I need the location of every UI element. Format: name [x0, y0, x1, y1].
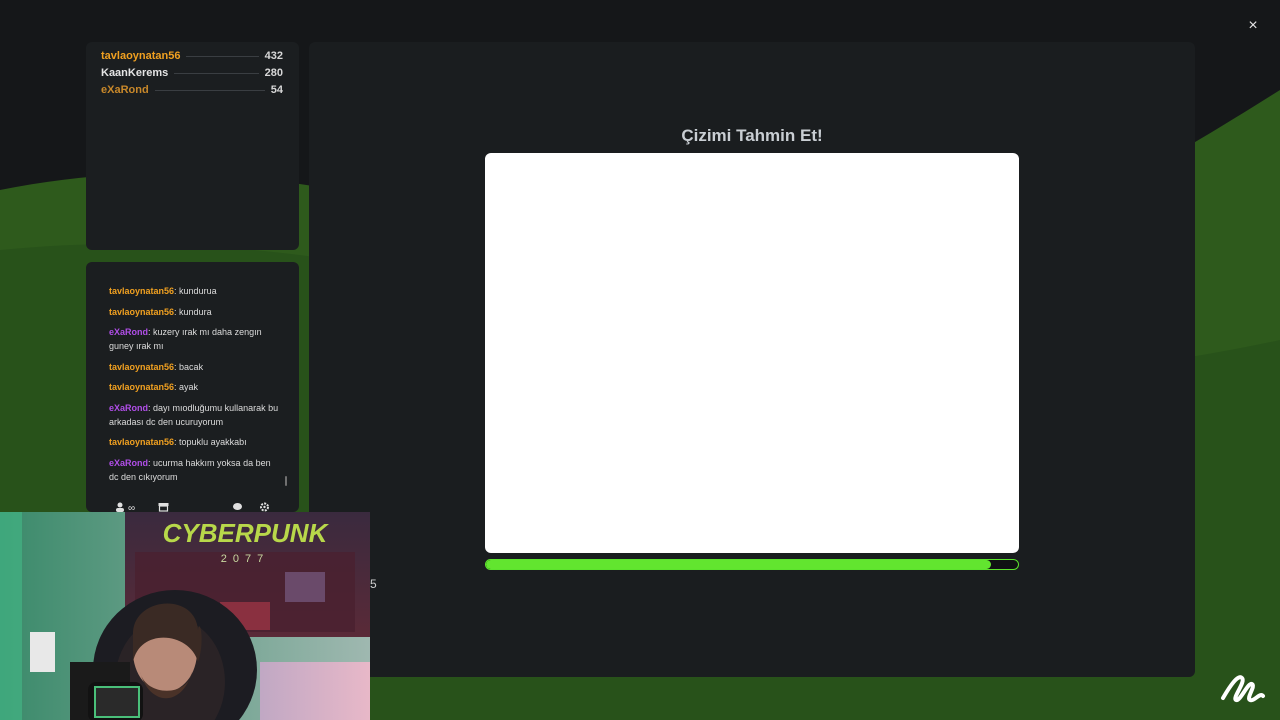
poster-title: CYBERPUNK	[163, 518, 330, 548]
player-score: 54	[270, 84, 283, 96]
chat-message: tavlaoynatan56: kundurua	[109, 284, 279, 298]
player-row: eXaRond 54	[101, 82, 283, 98]
gear-icon[interactable]	[259, 502, 270, 512]
chat-message: tavlaoynatan56: bacak	[109, 360, 279, 374]
chat-username: eXaRond	[109, 403, 149, 413]
chat-text: topuklu ayakkabı	[176, 437, 247, 447]
chat-message: eXaRond: kuzery ırak mı daha zengın gune…	[109, 325, 279, 353]
webcam-video: CYBERPUNK 2077	[0, 512, 370, 720]
divider	[154, 89, 265, 91]
chat-text: kundurua	[176, 286, 217, 296]
chat-username: tavlaoynatan56	[109, 362, 175, 372]
chat-toolbar: ∞	[86, 502, 299, 512]
chat-message: eXaRond: ucurma hakkım yoksa da ben dc d…	[109, 456, 279, 484]
game-stage: Çizimi Tahmin Et!	[309, 42, 1195, 677]
divider	[186, 55, 259, 57]
chat-username: eXaRond	[109, 327, 149, 337]
chat-text: bacak	[176, 362, 204, 372]
scoreboard-panel: tavlaoynatan56 432 KaanKerems 280 eXaRon…	[86, 42, 299, 250]
player-score: 432	[264, 50, 283, 62]
scribble-logo-icon[interactable]	[1220, 668, 1266, 708]
player-name: KaanKerems	[101, 67, 169, 79]
timer-progress-fill	[486, 560, 992, 569]
chat-message: tavlaoynatan56: topuklu ayakkabı	[109, 435, 279, 449]
chat-username: tavlaoynatan56	[109, 286, 175, 296]
chat-username: tavlaoynatan56	[109, 437, 175, 447]
chat-scrollbar[interactable]	[285, 476, 287, 486]
game-title: Çizimi Tahmin Et!	[681, 126, 823, 145]
chat-bubble-icon[interactable]	[232, 502, 243, 512]
close-button[interactable]: ×	[1243, 16, 1263, 36]
player-name: eXaRond	[101, 84, 149, 96]
side-digit: 5	[370, 577, 377, 591]
timer-progress-bar	[485, 559, 1019, 570]
shop-icon[interactable]	[158, 502, 169, 512]
chat-message: eXaRond: dayı mıodluğumu kullanarak bu a…	[109, 401, 279, 429]
chat-message: tavlaoynatan56: ayak	[109, 380, 279, 394]
chat-message: tavlaoynatan56: kundura	[109, 305, 279, 319]
chat-text: ayak	[176, 382, 199, 392]
chat-username: tavlaoynatan56	[109, 307, 175, 317]
player-name: tavlaoynatan56	[101, 50, 181, 62]
infinity-label: ∞	[128, 503, 136, 512]
player-row: tavlaoynatan56 432	[101, 48, 283, 64]
player-score: 280	[264, 67, 283, 79]
chat-username: tavlaoynatan56	[109, 382, 175, 392]
chat-text: kundura	[176, 307, 212, 317]
players-icon[interactable]	[115, 502, 126, 512]
chat-panel[interactable]: tavlaoynatan56: kundurua tavlaoynatan56:…	[86, 262, 299, 512]
divider	[174, 72, 259, 74]
poster-year: 2077	[221, 553, 269, 565]
chat-username: eXaRond	[109, 458, 149, 468]
webcam-overlay: CYBERPUNK 2077	[0, 512, 370, 720]
drawing-canvas[interactable]	[485, 153, 1019, 553]
player-row: KaanKerems 280	[101, 65, 283, 81]
